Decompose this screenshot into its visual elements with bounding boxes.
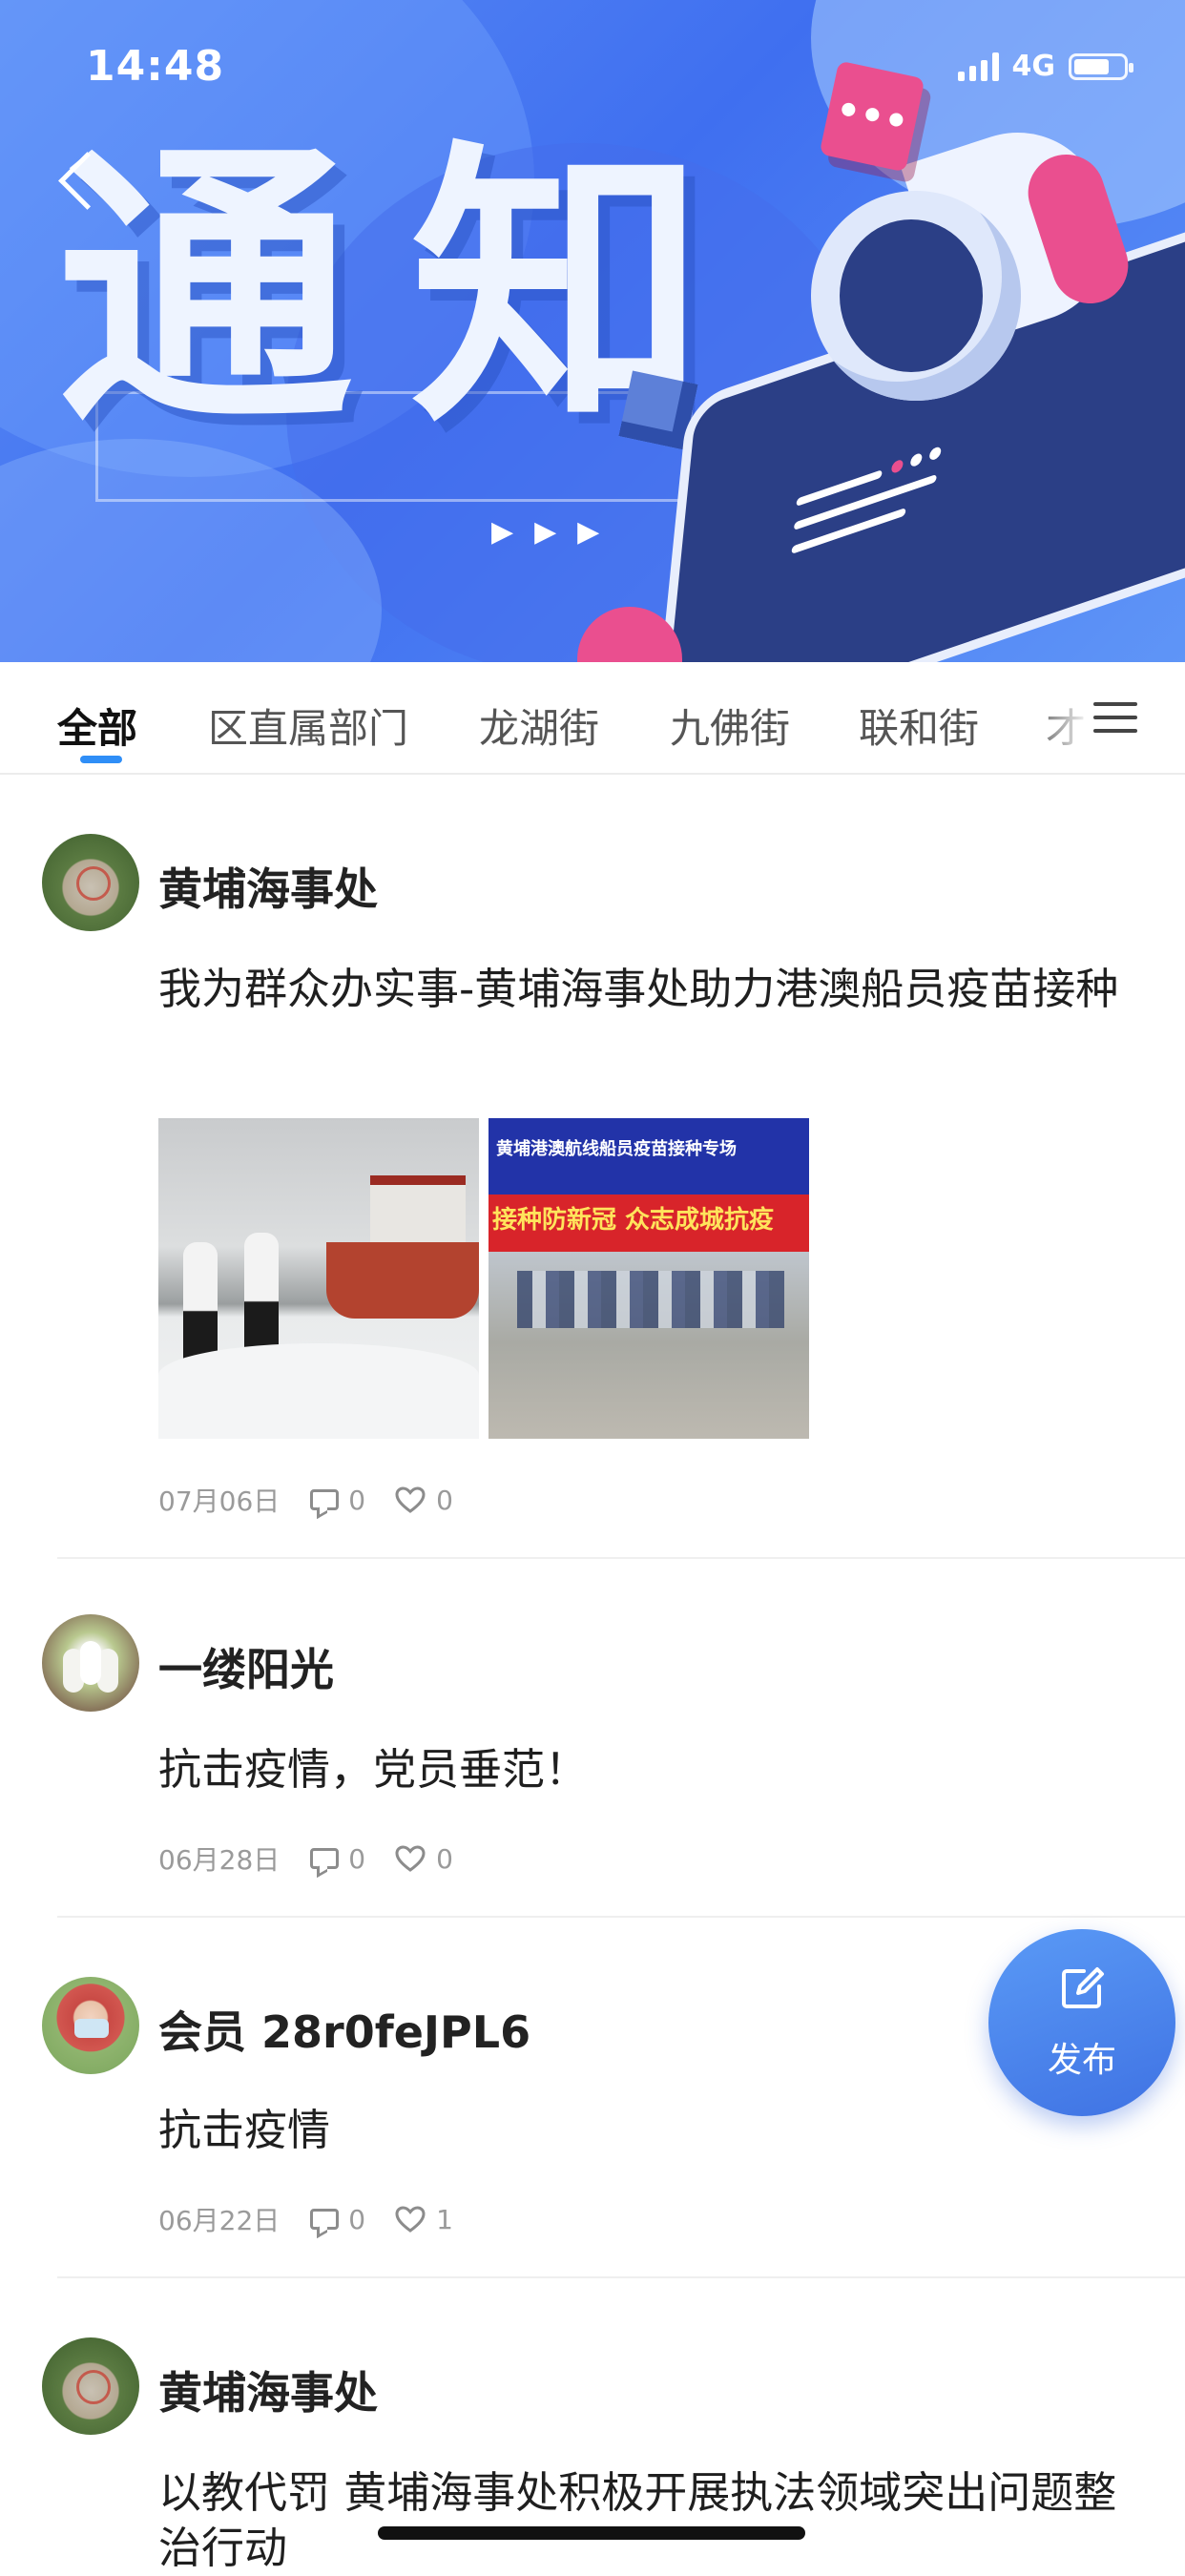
publish-button[interactable]: 发布 bbox=[988, 1929, 1175, 2116]
edit-icon bbox=[1062, 1967, 1104, 2008]
comment-count: 0 bbox=[348, 2203, 366, 2235]
post-author[interactable]: 黄埔海事处 bbox=[158, 2358, 378, 2421]
like-button[interactable]: 1 bbox=[394, 2204, 453, 2235]
comment-count: 0 bbox=[348, 1484, 366, 1516]
post-text[interactable]: 抗击疫情 bbox=[158, 2103, 1122, 2158]
comment-icon bbox=[310, 1848, 340, 1869]
like-button[interactable]: 0 bbox=[394, 1485, 453, 1516]
header-banner: 14:48 4G 通知 ▶▶▶ ••• bbox=[0, 0, 1185, 662]
like-button[interactable]: 0 bbox=[394, 1843, 453, 1875]
like-count: 0 bbox=[436, 1484, 453, 1516]
post-image[interactable]: 黄埔港澳航线船员疫苗接种专场 接种防新冠 众志成城抗疫 bbox=[489, 1118, 809, 1439]
post-author[interactable]: 黄埔海事处 bbox=[158, 855, 378, 918]
publish-label: 发布 bbox=[1047, 2041, 1116, 2080]
heart-icon bbox=[395, 1845, 426, 1872]
post-text[interactable]: 抗击疫情，党员垂范！ bbox=[158, 1742, 1122, 1797]
heart-icon bbox=[395, 2206, 426, 2233]
signal-icon bbox=[957, 52, 999, 81]
tab-fade bbox=[1030, 662, 1097, 773]
tab-longhu-street[interactable]: 龙湖街 bbox=[479, 696, 599, 755]
post-date: 07月06日 bbox=[158, 1485, 281, 1517]
divider bbox=[57, 1916, 1185, 1918]
like-count: 0 bbox=[436, 1842, 453, 1875]
avatar[interactable] bbox=[42, 834, 139, 931]
comment-button[interactable]: 0 bbox=[310, 1843, 365, 1875]
avatar[interactable] bbox=[42, 1614, 139, 1712]
post-date: 06月22日 bbox=[158, 2205, 281, 2236]
post-text[interactable]: 我为群众办实事-黄埔海事处助力港澳船员疫苗接种 bbox=[158, 962, 1122, 1017]
post-date: 06月28日 bbox=[158, 1844, 281, 1876]
home-indicator[interactable] bbox=[378, 2526, 805, 2540]
heart-icon bbox=[395, 1486, 426, 1513]
tab-district-departments[interactable]: 区直属部门 bbox=[208, 696, 408, 755]
comment-button[interactable]: 0 bbox=[310, 1485, 365, 1516]
comment-icon bbox=[310, 1489, 340, 1510]
category-tabs: 全部 区直属部门 龙湖街 九佛街 联和街 才 bbox=[0, 662, 1185, 775]
status-indicators: 4G bbox=[957, 50, 1133, 83]
status-time: 14:48 bbox=[86, 42, 225, 91]
comment-button[interactable]: 0 bbox=[310, 2204, 365, 2235]
tab-all[interactable]: 全部 bbox=[57, 696, 137, 755]
active-tab-indicator bbox=[80, 756, 122, 763]
image-banner-title: 黄埔港澳航线船员疫苗接种专场 bbox=[496, 1139, 737, 1159]
avatar[interactable] bbox=[42, 2337, 139, 2435]
arrows-decoration: ▶▶▶ bbox=[491, 515, 621, 549]
comment-icon bbox=[310, 2209, 340, 2230]
network-type: 4G bbox=[1011, 50, 1056, 83]
post-text[interactable]: 以教代罚 黄埔海事处积极开展执法领域突出问题整治行动 bbox=[158, 2465, 1122, 2576]
post-author[interactable]: 一缕阳光 bbox=[158, 1635, 334, 1698]
tab-jiufo-street[interactable]: 九佛街 bbox=[670, 696, 790, 755]
post-meta: 06月28日 0 0 bbox=[158, 1839, 482, 1878]
menu-icon[interactable] bbox=[1093, 698, 1139, 737]
comment-count: 0 bbox=[348, 1842, 366, 1875]
battery-icon bbox=[1069, 52, 1133, 80]
like-count: 1 bbox=[436, 2203, 453, 2235]
tab-lianhe-street[interactable]: 联和街 bbox=[859, 696, 979, 755]
avatar[interactable] bbox=[42, 1977, 139, 2074]
divider bbox=[57, 1557, 1185, 1559]
post-meta: 06月22日 0 1 bbox=[158, 2200, 482, 2238]
post-meta: 07月06日 0 0 bbox=[158, 1481, 482, 1519]
post-author[interactable]: 会员 28r0feJPL6 bbox=[158, 1998, 530, 2061]
image-banner-slogan: 接种防新冠 众志成城抗疫 bbox=[492, 1206, 775, 1235]
megaphone-illustration bbox=[811, 110, 1138, 401]
divider bbox=[57, 2276, 1185, 2278]
post-image[interactable] bbox=[158, 1118, 479, 1439]
